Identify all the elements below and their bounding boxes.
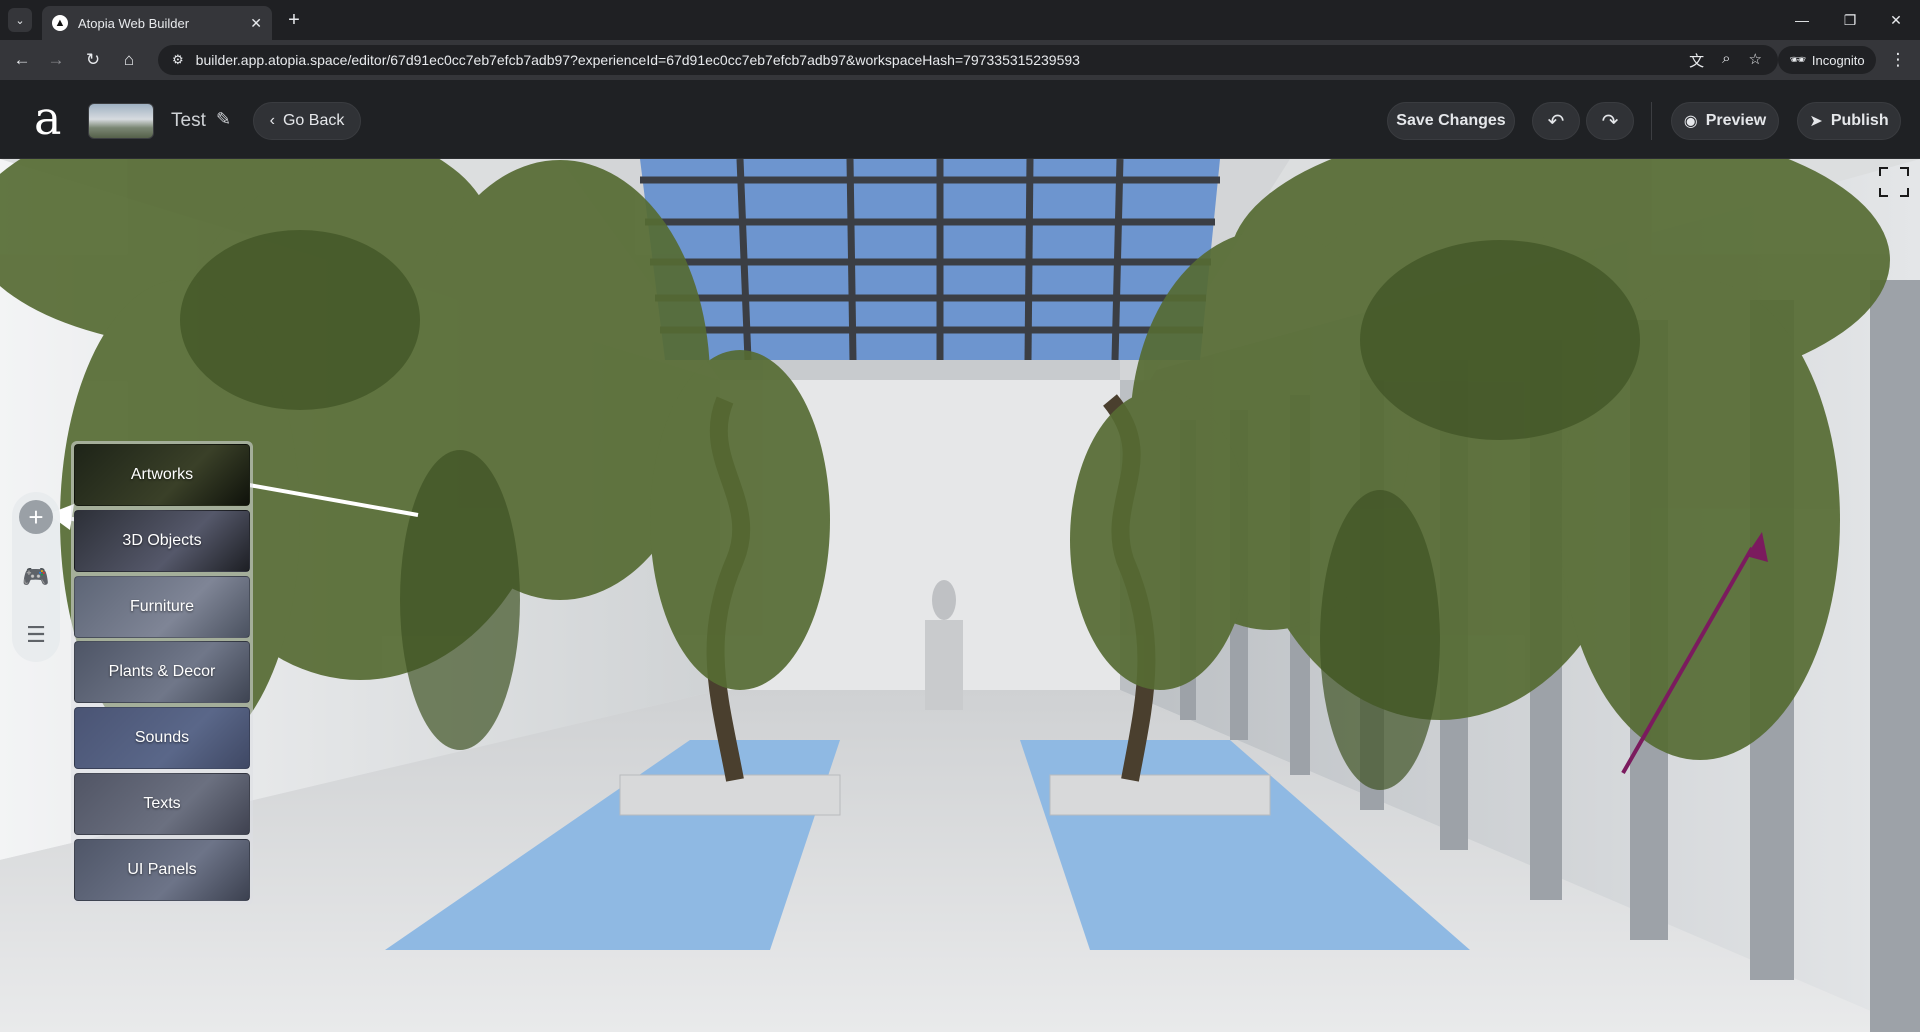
incognito-indicator[interactable]: 🕶 Incognito (1778, 46, 1876, 74)
go-back-button[interactable]: ‹ Go Back (253, 102, 361, 140)
browser-toolbar: ← → ↻ ⌂ ⚙ builder.app.atopia.space/edito… (0, 40, 1920, 80)
close-window-button[interactable]: ✕ (1874, 6, 1918, 34)
browser-tab-active[interactable]: ▲ Atopia Web Builder ✕ (42, 6, 272, 40)
fullscreen-button[interactable] (1879, 167, 1909, 197)
browser-tab-bar: ⌄ ▲ Atopia Web Builder ✕ + — ❐ ✕ (0, 0, 1920, 40)
preview-button[interactable]: ◉ Preview (1671, 102, 1779, 140)
chevron-down-icon: ⌄ (15, 14, 25, 27)
interactions-button[interactable]: 🎮 (19, 560, 53, 594)
redo-icon: ↷ (1601, 110, 1619, 133)
save-changes-label: Save Changes (1396, 112, 1506, 129)
send-icon: ➤ (1809, 113, 1823, 130)
incognito-icon: 🕶 (1789, 52, 1806, 67)
translate-icon[interactable]: 文 (1689, 50, 1704, 71)
plus-icon: + (28, 501, 44, 532)
fullscreen-icon (1879, 167, 1888, 176)
publish-button[interactable]: ➤ Publish (1797, 102, 1901, 140)
site-info-icon[interactable]: ⚙ (172, 52, 184, 68)
settings-button[interactable]: ☰ (19, 618, 53, 652)
menu-item-texts[interactable]: Texts (74, 773, 250, 835)
menu-item-3d-objects[interactable]: 3D Objects (74, 510, 250, 572)
edit-pencil-icon[interactable]: ✎ (216, 109, 231, 130)
bookmark-star-icon[interactable]: ☆ (1749, 50, 1762, 71)
add-category-menu: Artworks 3D Objects Furniture Plants & D… (71, 441, 253, 905)
atopia-favicon-icon: ▲ (52, 15, 68, 31)
menu-item-furniture[interactable]: Furniture (74, 576, 250, 638)
url-text[interactable]: builder.app.atopia.space/editor/67d91ec0… (196, 52, 1689, 68)
new-tab-button[interactable]: + (282, 8, 306, 32)
back-button[interactable]: ← (8, 46, 36, 74)
save-changes-button[interactable]: Save Changes (1387, 102, 1515, 140)
minimize-window-button[interactable]: — (1780, 6, 1824, 34)
sliders-icon: ☰ (26, 622, 46, 647)
app-header: a Test ✎ ‹ Go Back Save Changes ↶ ↷ ◉ Pr… (0, 80, 1920, 159)
menu-item-ui-panels[interactable]: UI Panels (74, 839, 250, 901)
atopia-logo[interactable]: a (34, 92, 61, 144)
reload-button[interactable]: ↻ (79, 46, 107, 74)
tool-rail: + 🎮 ☰ (12, 492, 60, 662)
3d-viewport[interactable] (0, 159, 1920, 1032)
publish-label: Publish (1830, 112, 1889, 129)
undo-icon: ↶ (1547, 110, 1565, 133)
chevron-left-icon: ‹ (269, 112, 275, 129)
address-bar[interactable]: ⚙ builder.app.atopia.space/editor/67d91e… (158, 45, 1778, 75)
redo-button[interactable]: ↷ (1586, 102, 1634, 140)
gallery-scene[interactable] (0, 159, 1920, 1032)
menu-item-artworks[interactable]: Artworks (74, 444, 250, 506)
preview-label: Preview (1705, 112, 1767, 129)
close-tab-icon[interactable]: ✕ (250, 15, 262, 32)
restore-window-button[interactable]: ❐ (1828, 6, 1872, 34)
forward-button[interactable]: → (42, 46, 70, 74)
home-button[interactable]: ⌂ (115, 46, 143, 74)
go-back-label: Go Back (282, 112, 345, 129)
menu-item-plants-decor[interactable]: Plants & Decor (74, 641, 250, 703)
project-thumbnail[interactable] (88, 103, 154, 139)
add-object-button[interactable]: + (19, 500, 53, 534)
incognito-label: Incognito (1811, 52, 1865, 68)
eye-icon: ◉ (1683, 113, 1698, 130)
gamepad-icon: 🎮 (22, 564, 50, 589)
undo-button[interactable]: ↶ (1532, 102, 1580, 140)
project-name: Test (171, 110, 206, 131)
header-divider (1651, 102, 1652, 140)
tab-title: Atopia Web Builder (78, 15, 190, 31)
zoom-icon[interactable]: ⌕ (1722, 50, 1730, 71)
browser-menu-button[interactable]: ⋮ (1886, 46, 1910, 74)
tab-list-button[interactable]: ⌄ (8, 8, 32, 32)
menu-item-sounds[interactable]: Sounds (74, 707, 250, 769)
